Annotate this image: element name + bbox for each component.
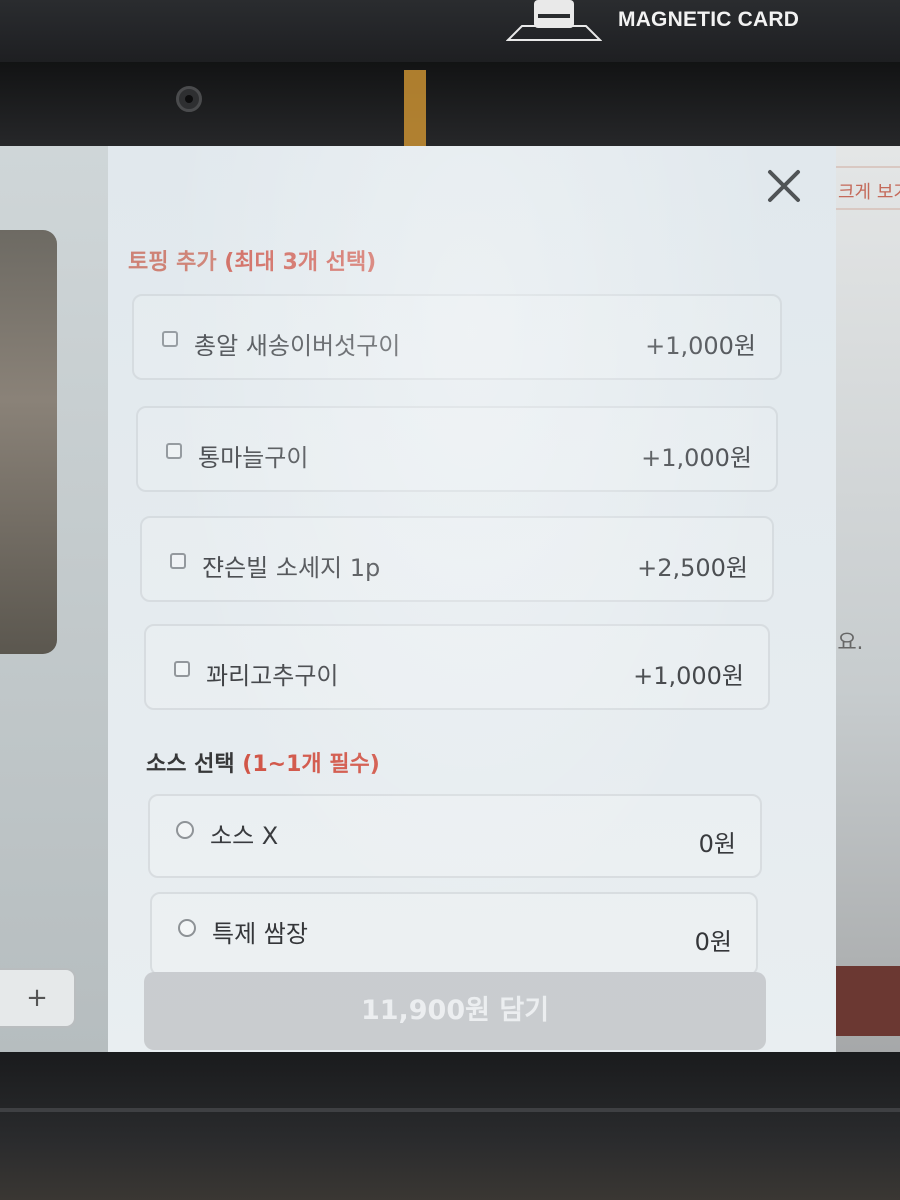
background-food-photo xyxy=(0,230,57,654)
topping-option[interactable]: 총알 새송이버섯구이 +1,000원 xyxy=(132,294,782,380)
bezel-divider xyxy=(0,1108,900,1112)
topping-section-title: 토핑 추가 (최대 3개 선택) xyxy=(128,244,376,276)
topping-option[interactable]: 통마늘구이 +1,000원 xyxy=(136,406,778,492)
topping-price: +1,000원 xyxy=(645,332,756,360)
background-zoom-button: 크게 보기 xyxy=(828,166,900,210)
checkbox[interactable] xyxy=(170,553,186,569)
checkbox[interactable] xyxy=(174,661,190,677)
card-reader-label: MAGNETIC CARD xyxy=(618,8,800,31)
topping-option[interactable]: 쟌슨빌 소세지 1p +2,500원 xyxy=(140,516,774,602)
kiosk-bottom-bezel xyxy=(0,1052,900,1200)
topping-price: +1,000원 xyxy=(633,662,744,690)
background-plus-button: + xyxy=(0,968,76,1028)
light-reflection xyxy=(404,70,426,146)
topping-option[interactable]: 꽈리고추구이 +1,000원 xyxy=(144,624,770,710)
kiosk-top-bezel: MAGNETIC CARD xyxy=(0,0,900,62)
topping-name: 쟌슨빌 소세지 1p xyxy=(202,554,381,582)
topping-price: +2,500원 xyxy=(637,554,748,582)
kiosk-screen: 크게 보기 세요. 기 + 토핑 추가 (최대 3개 선택) 총알 새송이버섯구… xyxy=(0,146,900,1052)
sauce-option[interactable]: 특제 쌈장 0원 xyxy=(150,892,758,976)
topping-name: 통마늘구이 xyxy=(198,444,309,472)
sauce-option[interactable]: 소스 X 0원 xyxy=(148,794,762,878)
radio-button[interactable] xyxy=(178,919,196,937)
topping-limit-hint: (최대 3개 선택) xyxy=(224,250,377,275)
sauce-name: 소스 X xyxy=(210,822,279,850)
sauce-price: 0원 xyxy=(694,928,732,956)
close-icon[interactable] xyxy=(762,164,806,208)
sauce-section-title: 소스 선택 (1~1개 필수) xyxy=(146,746,380,778)
sauce-title: 소스 선택 xyxy=(146,752,235,777)
topping-price: +1,000원 xyxy=(641,444,752,472)
radio-button[interactable] xyxy=(176,821,194,839)
topping-title: 토핑 추가 xyxy=(128,250,217,275)
camera-icon xyxy=(176,86,202,112)
background-right-panel xyxy=(836,146,900,1052)
sauce-price: 0원 xyxy=(698,830,736,858)
screen-frame xyxy=(0,62,900,146)
sauce-required-hint: (1~1개 필수) xyxy=(242,752,380,777)
add-to-cart-button[interactable]: 11,900원 담기 xyxy=(144,972,766,1050)
sauce-name: 특제 쌈장 xyxy=(212,920,308,948)
card-reader-icon xyxy=(506,0,602,41)
topping-name: 총알 새송이버섯구이 xyxy=(194,332,401,360)
checkbox[interactable] xyxy=(166,443,182,459)
checkbox[interactable] xyxy=(162,331,178,347)
topping-name: 꽈리고추구이 xyxy=(206,662,339,690)
